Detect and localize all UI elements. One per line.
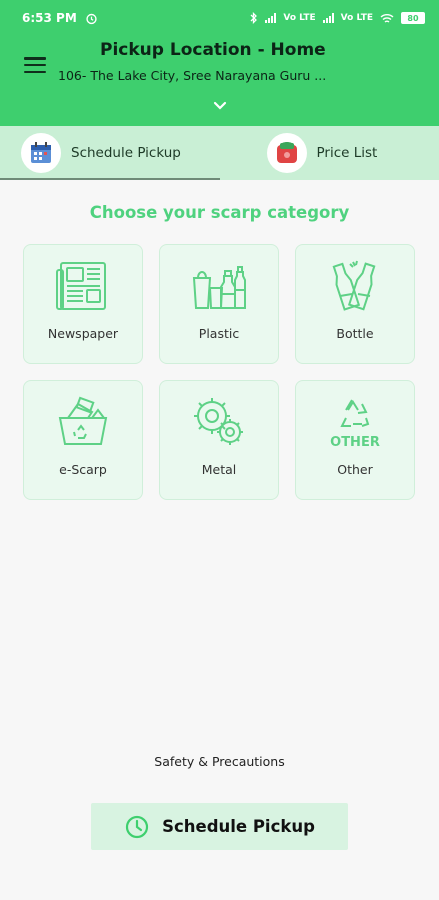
status-time: 6:53 PM — [22, 11, 77, 25]
newspaper-icon — [56, 262, 106, 310]
calendar-icon — [21, 133, 61, 173]
category-label-plastic: Plastic — [198, 326, 240, 341]
bottle-icon — [332, 260, 376, 311]
safety-precautions-link[interactable]: Safety & Precautions — [0, 754, 439, 769]
schedule-pickup-button-label: Schedule Pickup — [162, 817, 315, 836]
category-card-plastic[interactable]: Plastic — [159, 244, 279, 364]
signal-icon-2 — [322, 13, 334, 23]
signal-icon — [265, 13, 277, 23]
network-label-2: Vo LTE — [340, 13, 373, 23]
category-card-newspaper[interactable]: Newspaper — [23, 244, 143, 364]
category-label-metal: Metal — [201, 462, 237, 477]
category-card-bottle[interactable]: Bottle — [295, 244, 415, 364]
gears-icon — [194, 398, 243, 445]
tab-label-schedule-pickup: Schedule Pickup — [71, 145, 181, 161]
pickup-location-header[interactable]: Pickup Location - Home 106- The Lake Cit… — [0, 36, 439, 126]
header-address: 106- The Lake City, Sree Narayana Guru .… — [58, 68, 327, 83]
other-icon-text: OTHER — [330, 435, 380, 450]
alarm-icon — [86, 13, 97, 24]
network-label-1: Vo LTE — [283, 13, 316, 23]
price-tag-icon — [266, 133, 307, 173]
schedule-pickup-button[interactable]: Schedule Pickup — [91, 803, 348, 850]
header-title: Pickup Location - Home — [100, 40, 326, 60]
tab-schedule-pickup[interactable]: Schedule Pickup — [0, 126, 220, 180]
menu-icon[interactable] — [24, 57, 46, 73]
section-title: Choose your scarp category — [89, 203, 350, 222]
clock-icon — [125, 815, 149, 838]
tab-bar: Schedule Pickup Price List — [0, 126, 439, 180]
recycle-other-icon: OTHER — [330, 399, 380, 450]
category-card-other[interactable]: OTHER Other — [295, 380, 415, 500]
category-grid: Newspaper Plastic Bottle e-Scarp Metal O… — [23, 244, 415, 500]
category-card-metal[interactable]: Metal — [159, 380, 279, 500]
battery-level: 80 — [407, 13, 419, 23]
category-label-bottle: Bottle — [336, 326, 374, 341]
status-bar: 6:53 PM Vo LTE Vo LTE 80 — [0, 0, 439, 36]
category-card-e-scarp[interactable]: e-Scarp — [23, 380, 143, 500]
bluetooth-icon — [250, 12, 258, 24]
category-label-e-scarp: e-Scarp — [59, 462, 107, 477]
battery-icon: 80 — [401, 12, 425, 24]
category-label-newspaper: Newspaper — [47, 326, 119, 341]
wifi-icon — [380, 13, 394, 23]
tab-label-price-list: Price List — [316, 145, 378, 161]
chevron-down-icon[interactable] — [212, 100, 228, 112]
category-label-other: Other — [337, 462, 373, 477]
plastic-icon — [192, 266, 246, 309]
e-scrap-basket-icon — [58, 396, 108, 445]
tab-price-list[interactable]: Price List — [220, 126, 439, 180]
